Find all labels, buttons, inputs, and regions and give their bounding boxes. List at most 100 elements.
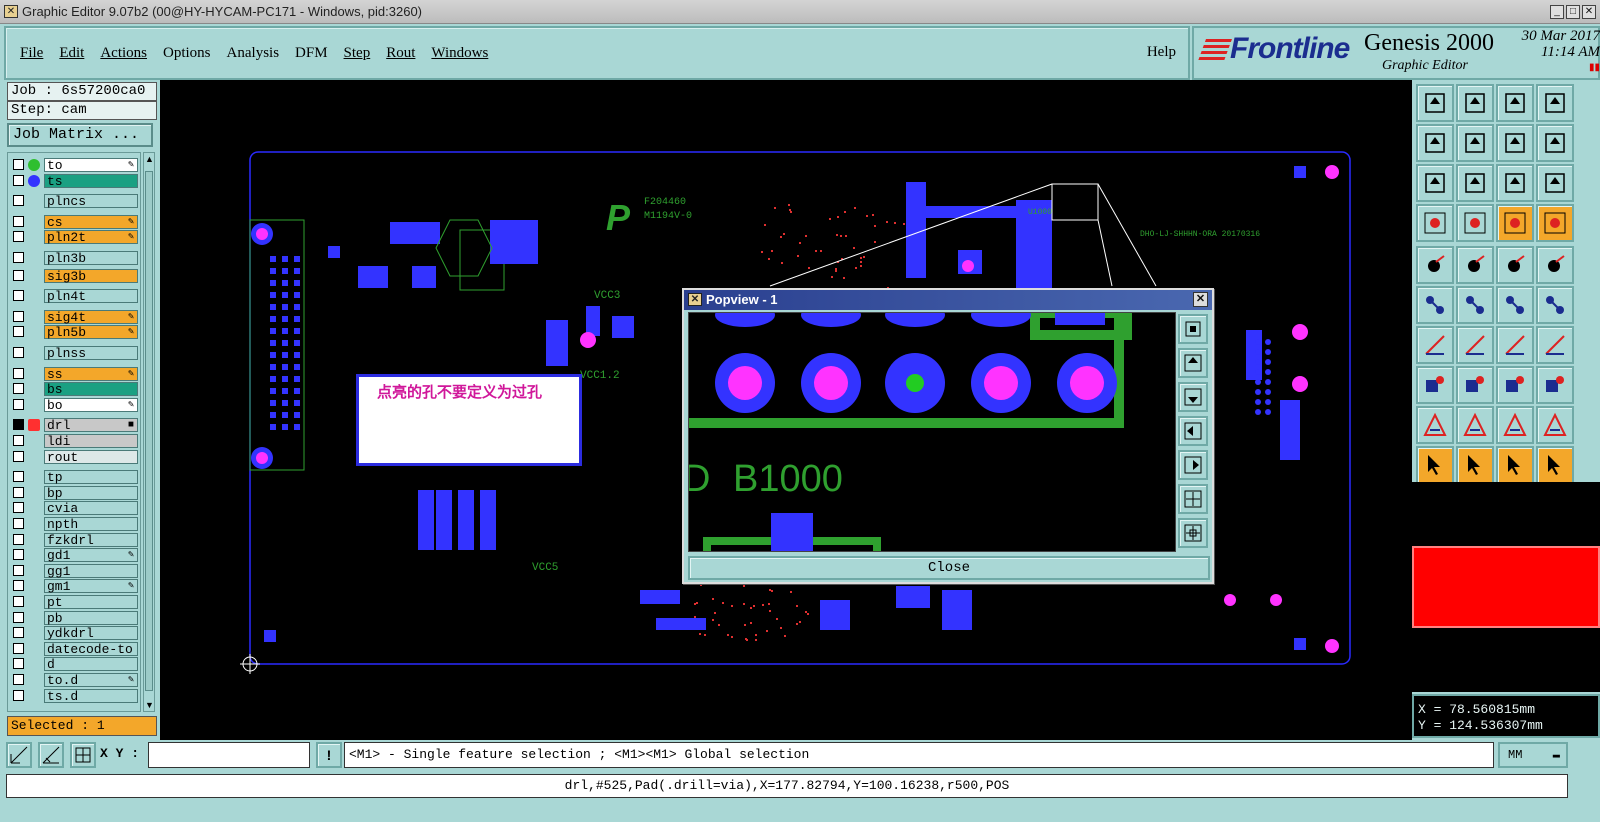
layer-name[interactable]: drl ■: [44, 418, 138, 433]
layer-checkbox[interactable]: [13, 435, 24, 446]
layer-row-pln5b[interactable]: pln5b ✎: [10, 324, 140, 340]
layer-row-bs[interactable]: bs: [10, 381, 140, 397]
layer-checkbox[interactable]: [13, 310, 24, 322]
box-button[interactable]: [1496, 366, 1534, 404]
popview-pan-down-button[interactable]: [1178, 382, 1208, 412]
layer-name[interactable]: datecode-to: [44, 641, 138, 656]
layer-row-bo[interactable]: bo ✎: [10, 397, 140, 413]
zoom-fit-button[interactable]: [1416, 164, 1454, 202]
layer-list-scrollbar[interactable]: ▲ ▼: [143, 152, 155, 712]
move-button[interactable]: [1456, 246, 1494, 284]
popview-image[interactable]: D B1000: [688, 312, 1176, 552]
job-matrix-button[interactable]: Job Matrix ...: [7, 123, 153, 147]
layer-name[interactable]: rout: [44, 449, 138, 464]
layer-checkbox[interactable]: [13, 367, 24, 379]
triangle-add-button[interactable]: [1496, 406, 1534, 444]
menu-actions[interactable]: Actions: [100, 45, 147, 62]
menu-rout[interactable]: Rout: [386, 45, 415, 62]
layer-row-tp[interactable]: tp: [10, 469, 140, 485]
layer-checkbox[interactable]: [13, 215, 24, 227]
layer-checkbox[interactable]: [13, 502, 24, 514]
layer-checkbox[interactable]: [13, 174, 24, 186]
pan-left-button[interactable]: [1416, 124, 1454, 162]
slash-button[interactable]: [1456, 366, 1494, 404]
popview-window[interactable]: ✕ Popview - 1 ✕ D B1000 Close: [682, 288, 1214, 584]
layer-row-pt[interactable]: pt: [10, 594, 140, 610]
layer-checkbox[interactable]: [13, 159, 24, 170]
layer-checkbox[interactable]: [13, 642, 24, 654]
layer-row-to[interactable]: to ✎: [10, 157, 140, 173]
layer-checkbox[interactable]: [13, 486, 24, 498]
layer-checkbox[interactable]: [13, 326, 24, 338]
layer-row-ts.d[interactable]: ts.d: [10, 688, 140, 704]
layer-checkbox[interactable]: [13, 252, 24, 263]
layer-name[interactable]: d: [44, 657, 138, 672]
layer-name[interactable]: pln5b ✎: [44, 325, 138, 340]
menu-edit[interactable]: Edit: [59, 45, 84, 62]
grid-tool-button[interactable]: [1456, 204, 1494, 242]
popview-close-button[interactable]: Close: [688, 556, 1210, 580]
layer-checkbox[interactable]: [13, 549, 24, 561]
popview-zoom-fit-button[interactable]: [1178, 314, 1208, 344]
zoom-home-button[interactable]: [1536, 164, 1574, 202]
layer-name[interactable]: pln4t: [44, 289, 138, 304]
layer-name[interactable]: to ✎: [44, 158, 138, 172]
layer-checkbox[interactable]: [13, 518, 24, 529]
triangle-button[interactable]: [1416, 406, 1454, 444]
layer-row-ydkdrl[interactable]: ydkdrl: [10, 625, 140, 641]
view-button[interactable]: [1536, 84, 1574, 122]
layer-row-pln3b[interactable]: pln3b: [10, 250, 140, 266]
pan-right-button[interactable]: [1456, 124, 1494, 162]
layer-row-to.d[interactable]: to.d ✎: [10, 672, 140, 688]
menu-dfm[interactable]: DFM: [295, 45, 328, 62]
home-step-button[interactable]: [1416, 84, 1454, 122]
layer-row-ts[interactable]: ts: [10, 173, 140, 189]
layer-name[interactable]: npth: [44, 517, 138, 531]
layer-row-drl[interactable]: drl ■: [10, 417, 140, 433]
layer-checkbox[interactable]: [13, 689, 24, 701]
popview-zoom-out-button[interactable]: [1178, 518, 1208, 548]
layer-row-cs[interactable]: cs ✎: [10, 214, 140, 230]
select-rotate-button[interactable]: [1456, 446, 1494, 484]
layer-name[interactable]: fzkdrl: [44, 532, 138, 547]
layer-row-ss[interactable]: ss ✎: [10, 366, 140, 382]
zoom-ratio-button[interactable]: [1496, 164, 1534, 202]
select-arrow-button[interactable]: [1416, 446, 1454, 484]
layer-name[interactable]: gd1 ✎: [44, 548, 138, 563]
pan-in-button[interactable]: [1456, 84, 1494, 122]
layer-name[interactable]: bs: [44, 382, 138, 397]
layer-name[interactable]: sig3b: [44, 268, 138, 283]
alert-icon[interactable]: !: [316, 742, 342, 768]
layer-swap-button[interactable]: [1536, 204, 1574, 242]
layer-name[interactable]: cvia: [44, 501, 138, 516]
home-button[interactable]: [1496, 84, 1534, 122]
bracket-button[interactable]: [1536, 326, 1574, 364]
popview-zoom-in-button[interactable]: [1178, 484, 1208, 514]
marker-green-button[interactable]: [1536, 286, 1574, 324]
layer-checkbox[interactable]: [13, 471, 24, 483]
zoom-area-button[interactable]: [1456, 164, 1494, 202]
layer-row-gm1[interactable]: gm1 ✎: [10, 578, 140, 594]
undo-view-button[interactable]: [1496, 124, 1534, 162]
layer-row-gg1[interactable]: gg1: [10, 563, 140, 579]
layer-row-cvia[interactable]: cvia: [10, 500, 140, 516]
layer-checkbox[interactable]: [13, 564, 24, 576]
measure-icon[interactable]: [38, 742, 64, 768]
layer-checkbox[interactable]: [13, 398, 24, 410]
layer-name[interactable]: plncs: [44, 194, 138, 209]
layer-row-ldi[interactable]: ldi: [10, 433, 140, 449]
layer-name[interactable]: pt: [44, 595, 138, 609]
layer-checkbox[interactable]: [13, 658, 24, 670]
mini-map-viewport[interactable]: [1412, 546, 1600, 628]
redraw-button[interactable]: [1536, 124, 1574, 162]
layer-checkbox[interactable]: [13, 231, 24, 243]
layer-name[interactable]: pln3b: [44, 251, 138, 265]
triangle-move-button[interactable]: [1536, 406, 1574, 444]
shape-button[interactable]: [1536, 366, 1574, 404]
line-edit-button[interactable]: [1456, 326, 1494, 364]
select-pad-button[interactable]: [1416, 246, 1454, 284]
triangle-edit-button[interactable]: [1456, 406, 1494, 444]
layer-checkbox[interactable]: [13, 674, 24, 685]
layer-row-bp[interactable]: bp: [10, 485, 140, 501]
layer-checkbox[interactable]: [13, 611, 24, 623]
